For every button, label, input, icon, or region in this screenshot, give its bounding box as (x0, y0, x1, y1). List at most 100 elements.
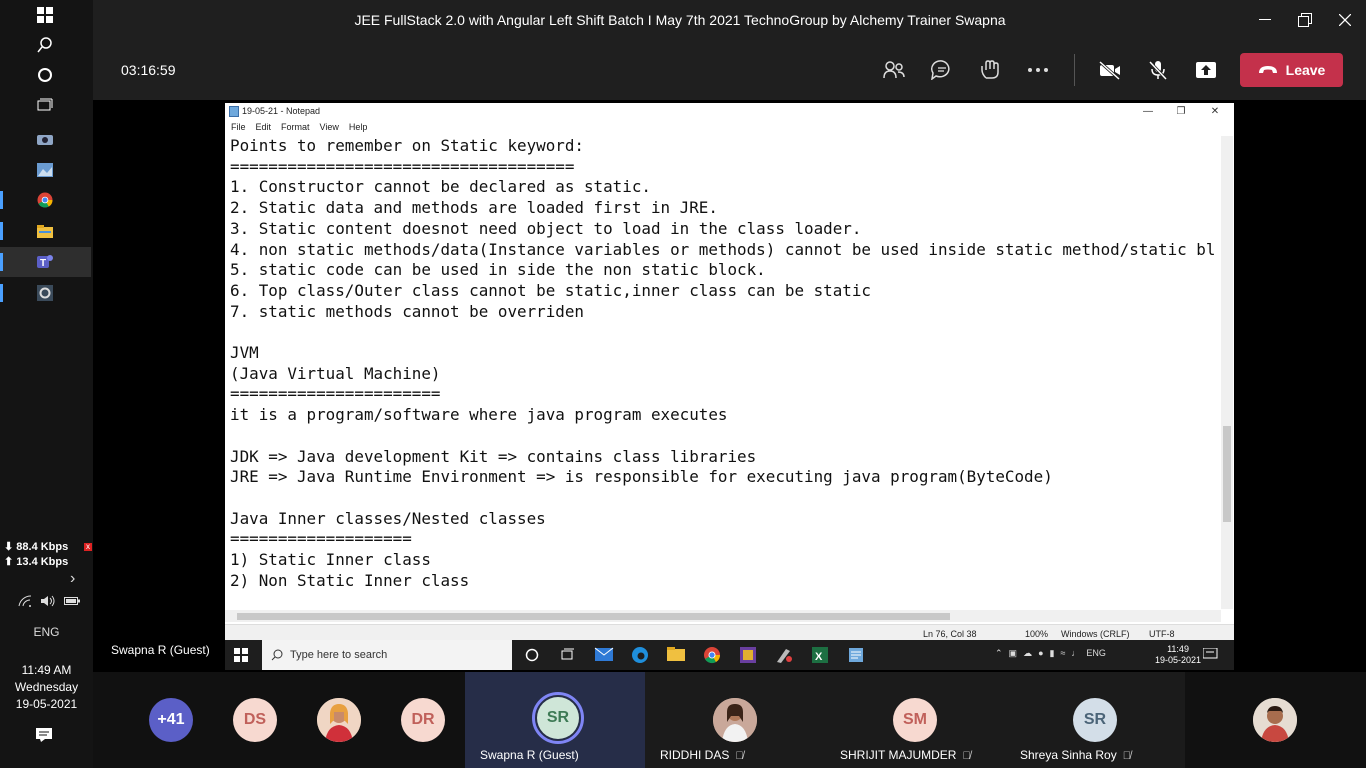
upload-speed: ⬆ 13.4 Kbps (4, 556, 69, 568)
paint-icon (774, 645, 794, 665)
camera-off-icon (1098, 60, 1121, 80)
overflow-participants-button[interactable]: +41 (149, 698, 193, 742)
windows-start-icon[interactable] (30, 4, 60, 26)
participant-tile-active-speaker[interactable]: SR Swapna R (Guest) (465, 672, 645, 768)
participant-name: Shreya Sinha Roy (1020, 748, 1117, 762)
menu-file[interactable]: File (231, 122, 246, 132)
battery-icon[interactable] (64, 595, 80, 610)
taskbar-search-box: Type here to search (262, 640, 512, 670)
shared-system-tray: ⌃ ▣ ☁ ● ▮ ≈ ♩ ENG (995, 648, 1106, 659)
cursor-position: Ln 76, Col 38 (923, 629, 977, 639)
raise-hand-button[interactable] (977, 58, 1003, 82)
task-view-icon[interactable] (30, 94, 60, 116)
participant-avatar[interactable]: DR (401, 698, 445, 742)
clock-time: 11:49 AM (21, 663, 72, 677)
line-ending: Windows (CRLF) (1061, 629, 1130, 639)
tray-app-icon: ▣ (1008, 648, 1018, 658)
shared-clock: 11:49 19-05-2021 (1155, 644, 1201, 666)
hang-up-icon (1258, 66, 1277, 73)
mic-icon: ● (1038, 648, 1044, 658)
battery-icon: ▮ (1049, 648, 1055, 658)
mic-off-icon (1148, 60, 1168, 81)
camera-app-icon[interactable] (30, 127, 60, 149)
search-icon[interactable] (30, 34, 60, 56)
more-icon (1028, 68, 1048, 72)
mic-off-button[interactable] (1145, 58, 1171, 82)
camera-off-button[interactable] (1097, 58, 1123, 82)
mic-off-icon: 🎙̸ (735, 750, 744, 762)
photos-app-icon[interactable] (30, 159, 60, 181)
vertical-scroll-thumb[interactable] (1223, 426, 1231, 522)
download-speed: ⬇ 88.4 Kbps (4, 541, 69, 553)
edge-icon (630, 645, 650, 665)
meeting-control-bar: 03:16:59 Leave (93, 40, 1366, 100)
notepad-restore-button[interactable]: ❐ (1166, 103, 1196, 120)
participant-avatar: SR (537, 697, 579, 739)
self-video-avatar[interactable] (1253, 698, 1297, 742)
chrome-icon (702, 645, 722, 665)
participant-name-row: RIDDHI DAS 🎙̸ (660, 748, 744, 762)
restore-button[interactable] (1285, 0, 1325, 40)
system-clock[interactable]: 11:49 AM Wednesday 19-05-2021 (0, 662, 93, 713)
zoom-level: 100% (1025, 629, 1049, 639)
chevron-right-icon[interactable]: › (70, 570, 75, 588)
menu-view[interactable]: View (320, 122, 339, 132)
participant-avatar[interactable]: DS (233, 698, 277, 742)
menu-format[interactable]: Format (281, 122, 310, 132)
participant-name-row: SHRIJIT MAJUMDER 🎙̸ (840, 748, 971, 762)
system-tray (18, 595, 88, 610)
mic-off-icon: 🎙̸ (1122, 750, 1131, 762)
chevron-up-icon: ⌃ (995, 648, 1003, 658)
notepad-close-button[interactable]: ✕ (1200, 103, 1230, 120)
close-window-button[interactable] (1325, 0, 1365, 40)
notepad-status-bar: Ln 76, Col 38 100% Windows (CRLF) UTF-8 (225, 624, 1234, 641)
notification-icon (1202, 645, 1223, 665)
cortana-icon[interactable] (30, 64, 60, 86)
close-icon[interactable]: x (84, 543, 92, 551)
wifi-icon[interactable] (18, 595, 32, 610)
shared-clock-time: 11:49 (1167, 644, 1189, 654)
cortana-icon (522, 645, 542, 665)
notepad-taskbar-icon (846, 645, 866, 665)
participant-avatar: SR (1073, 698, 1117, 742)
teams-icon[interactable]: T (30, 251, 60, 273)
volume-icon[interactable] (40, 595, 56, 610)
shared-clock-date: 19-05-2021 (1155, 655, 1202, 665)
notepad-minimize-button[interactable]: — (1133, 103, 1163, 120)
participants-button[interactable] (881, 58, 907, 82)
people-icon (883, 61, 905, 79)
search-icon (271, 649, 283, 661)
more-actions-button[interactable] (1025, 58, 1051, 82)
participant-strip: +41 DS DR SR Swapna R (Guest) RIDDHI DAS… (93, 672, 1366, 768)
vertical-scrollbar[interactable] (1221, 136, 1233, 609)
notepad-text-area[interactable]: Points to remember on Static keyword: ==… (230, 136, 1220, 606)
participant-photo-avatar[interactable] (317, 698, 361, 742)
participant-name: Swapna R (Guest) (480, 748, 579, 762)
horizontal-scrollbar[interactable] (225, 610, 1221, 622)
participant-tile[interactable]: SR Shreya Sinha Roy 🎙̸ (1005, 672, 1185, 768)
share-tray-icon (1196, 62, 1216, 78)
chrome-icon[interactable] (30, 189, 60, 211)
file-explorer-icon[interactable] (30, 220, 60, 242)
participant-tile[interactable]: RIDDHI DAS 🎙̸ (645, 672, 825, 768)
menu-help[interactable]: Help (349, 122, 368, 132)
chat-button[interactable] (929, 58, 955, 82)
shared-lang: ENG (1086, 648, 1106, 658)
presenter-name: Swapna R (Guest) (111, 643, 210, 657)
shared-taskbar: Type here to search X ⌃ ▣ ☁ ● ▮ ≈ ♩ ENG … (225, 640, 1234, 670)
input-language[interactable]: ENG (0, 625, 93, 639)
leave-button[interactable]: Leave (1240, 53, 1343, 87)
settings-app-icon[interactable] (30, 282, 60, 304)
notepad-title: 19-05-21 - Notepad (242, 106, 321, 116)
participant-name: SHRIJIT MAJUMDER (840, 748, 957, 762)
leave-label: Leave (1285, 62, 1326, 78)
participant-tile[interactable]: SM SHRIJIT MAJUMDER 🎙̸ (825, 672, 1005, 768)
svg-text:T: T (40, 258, 46, 269)
minimize-button[interactable] (1245, 0, 1285, 40)
horizontal-scroll-thumb[interactable] (237, 613, 950, 620)
teams-title-bar: JEE FullStack 2.0 with Angular Left Shif… (93, 0, 1366, 40)
share-screen-button[interactable] (1193, 58, 1219, 82)
menu-edit[interactable]: Edit (256, 122, 272, 132)
notification-center-icon[interactable] (36, 728, 58, 748)
wifi-icon: ≈ (1060, 648, 1066, 658)
